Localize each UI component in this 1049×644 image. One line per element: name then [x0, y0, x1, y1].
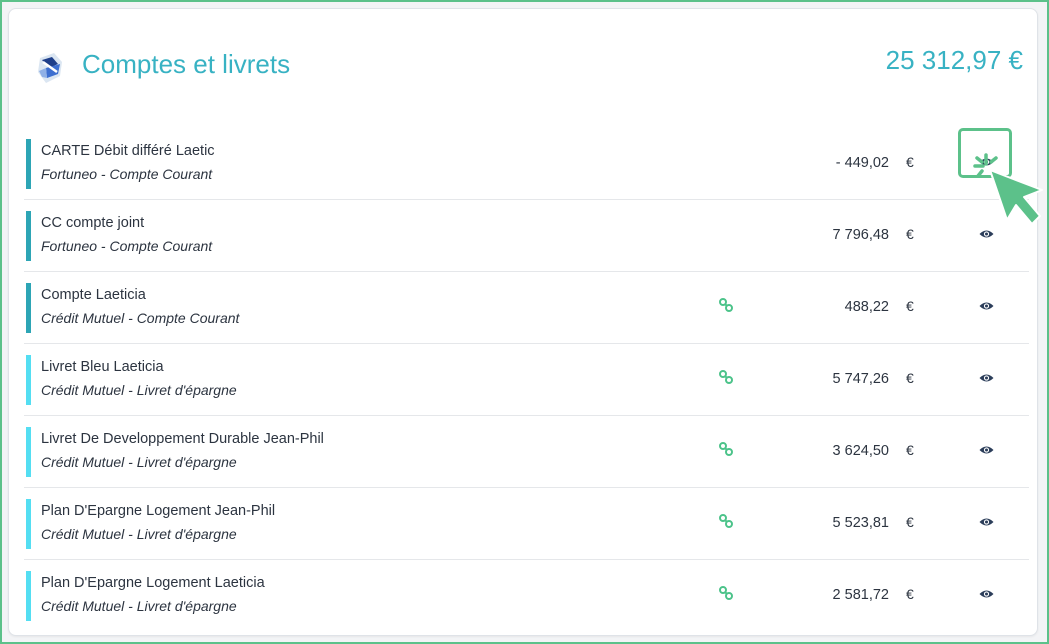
account-list: CARTE Débit différé Laetic Fortuneo - Com… — [24, 128, 1029, 631]
page-title: Comptes et livrets — [82, 49, 291, 79]
eye-icon — [979, 302, 993, 310]
account-name: Livret De Developpement Durable Jean-Phi… — [41, 431, 324, 447]
view-account-button[interactable] — [973, 368, 999, 388]
eye-icon — [979, 446, 993, 454]
eye-icon — [979, 590, 993, 598]
account-bank: Crédit Mutuel - Livret d'épargne — [41, 454, 237, 470]
account-color-bar — [26, 139, 31, 189]
account-color-bar — [26, 499, 31, 549]
account-bank: Crédit Mutuel - Livret d'épargne — [41, 598, 237, 614]
account-color-bar — [26, 355, 31, 405]
account-row: CARTE Débit différé Laetic Fortuneo - Com… — [24, 128, 1029, 200]
link-icon[interactable] — [718, 585, 734, 601]
view-account-button[interactable] — [973, 440, 999, 460]
account-row: Livret Bleu Laeticia Crédit Mutuel - Livr… — [24, 344, 1029, 416]
currency-symbol: € — [906, 298, 914, 314]
account-row: Plan D'Epargne Logement Laeticia Crédit M… — [24, 560, 1029, 631]
account-row: CC compte joint Fortuneo - Compte Courant… — [24, 200, 1029, 272]
account-name: Plan D'Epargne Logement Laeticia — [41, 575, 265, 591]
pointer-cursor-icon — [973, 153, 1043, 225]
account-name: CC compte joint — [41, 215, 145, 231]
account-bank: Crédit Mutuel - Livret d'épargne — [41, 526, 237, 542]
account-bank: Fortuneo - Compte Courant — [41, 166, 213, 182]
link-icon[interactable] — [718, 513, 734, 529]
view-account-button[interactable] — [973, 296, 999, 316]
eye-icon — [979, 374, 993, 382]
bank-logo-icon — [38, 53, 62, 83]
account-amount: 5 747,26 — [832, 371, 889, 387]
account-name: CARTE Débit différé Laetic — [41, 143, 215, 159]
link-icon[interactable] — [718, 369, 734, 385]
account-amount: - 449,02 — [835, 155, 889, 171]
account-color-bar — [26, 283, 31, 333]
eye-icon — [979, 518, 993, 526]
currency-symbol: € — [906, 370, 914, 386]
currency-symbol: € — [906, 154, 914, 170]
account-amount: 3 624,50 — [832, 443, 889, 459]
link-icon[interactable] — [718, 297, 734, 313]
account-name: Livret Bleu Laeticia — [41, 359, 164, 375]
account-amount: 488,22 — [844, 299, 889, 315]
account-bank: Crédit Mutuel - Livret d'épargne — [41, 382, 237, 398]
account-amount: 2 581,72 — [832, 587, 889, 603]
eye-icon — [979, 230, 993, 238]
link-icon[interactable] — [718, 441, 734, 457]
view-account-button[interactable] — [973, 584, 999, 604]
account-row: Compte Laeticia Crédit Mutuel - Compte Co… — [24, 272, 1029, 344]
account-bank: Crédit Mutuel - Compte Courant — [41, 310, 240, 326]
account-bank: Fortuneo - Compte Courant — [41, 238, 213, 254]
account-row: Plan D'Epargne Logement Jean-Phil Crédit … — [24, 488, 1029, 560]
total-balance: 25 312,97 € — [885, 45, 1023, 75]
account-row: Livret De Developpement Durable Jean-Phi… — [24, 416, 1029, 488]
currency-symbol: € — [906, 514, 914, 530]
account-amount: 5 523,81 — [832, 515, 889, 531]
currency-symbol: € — [906, 586, 914, 602]
account-color-bar — [26, 571, 31, 621]
currency-symbol: € — [906, 226, 914, 242]
account-name: Plan D'Epargne Logement Jean-Phil — [41, 503, 276, 519]
account-amount: 7 796,48 — [832, 227, 889, 243]
account-color-bar — [26, 211, 31, 261]
account-color-bar — [26, 427, 31, 477]
account-name: Compte Laeticia — [41, 287, 146, 303]
view-account-button[interactable] — [973, 512, 999, 532]
accounts-card: Comptes et livrets 25 312,97 € CARTE Déb… — [8, 8, 1038, 636]
currency-symbol: € — [906, 442, 914, 458]
